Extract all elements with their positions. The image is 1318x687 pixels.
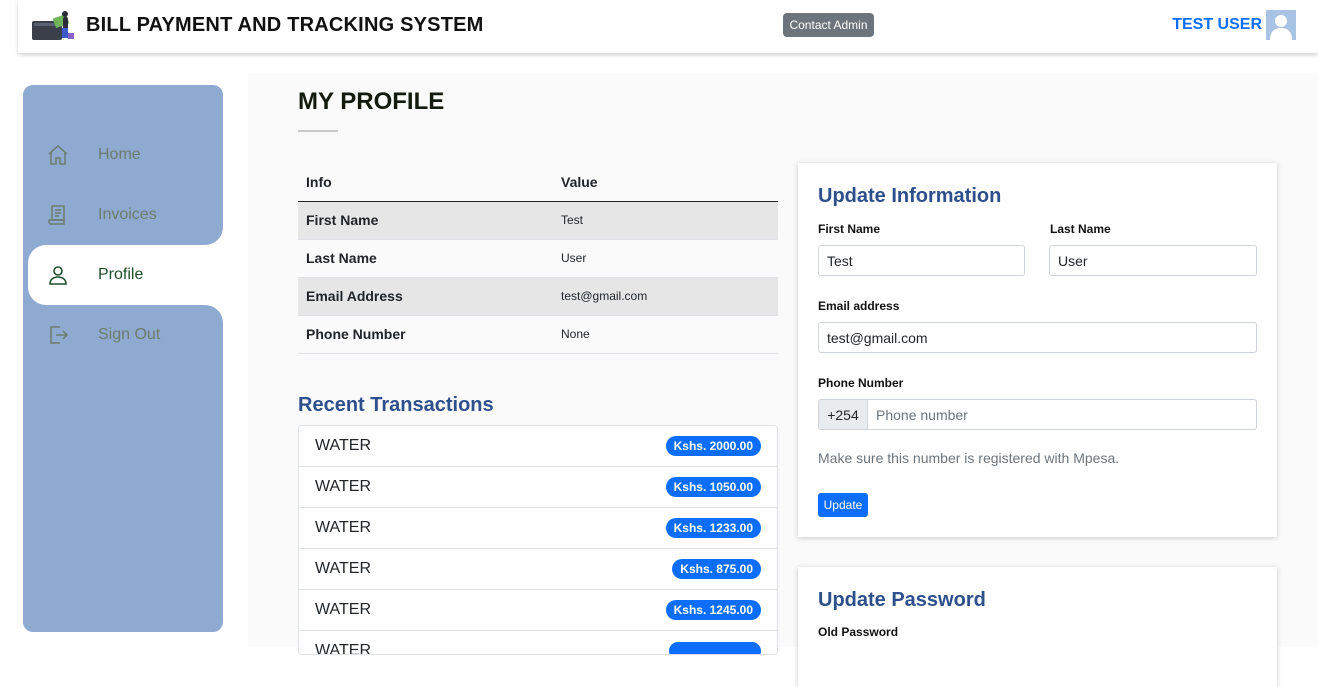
row-key: First Name xyxy=(298,201,553,240)
row-value: None xyxy=(553,315,778,354)
transaction-name: WATER xyxy=(315,642,371,655)
table-row: Email Address test@gmail.com xyxy=(298,277,778,316)
card-title: Update Password xyxy=(818,589,986,611)
row-key: Email Address xyxy=(298,277,553,316)
list-item[interactable]: WATER Kshs. 1050.00 xyxy=(299,467,777,508)
transaction-name: WATER xyxy=(315,437,371,454)
title-divider xyxy=(298,130,338,132)
app-logo-icon xyxy=(32,8,78,42)
brand[interactable]: BILL PAYMENT AND TRACKING SYSTEM xyxy=(32,8,484,42)
column-header-info: Info xyxy=(298,163,553,202)
sidebar-item-label: Sign Out xyxy=(98,326,161,343)
avatar-icon[interactable] xyxy=(1266,10,1296,40)
column-header-value: Value xyxy=(553,163,778,202)
app-title: BILL PAYMENT AND TRACKING SYSTEM xyxy=(86,13,484,36)
sidebar-item-label: Home xyxy=(98,146,141,163)
table-row: Phone Number None xyxy=(298,315,778,354)
amount-badge: Kshs. 1233.00 xyxy=(665,518,761,538)
invoice-icon xyxy=(46,203,70,227)
amount-badge: Kshs. 2000.00 xyxy=(665,436,761,456)
list-item[interactable]: WATER Kshs. 2000.00 xyxy=(299,426,777,467)
row-value: User xyxy=(553,239,778,278)
row-value: test@gmail.com xyxy=(553,277,778,316)
page-title: MY PROFILE xyxy=(298,88,445,115)
email-label: Email address xyxy=(818,299,900,313)
sidebar-item-home[interactable]: Home xyxy=(23,125,223,185)
amount-badge: Kshs. 1245.00 xyxy=(665,600,761,620)
row-value: Test xyxy=(553,201,778,240)
profile-info-table: Info Value First Name Test Last Name Use… xyxy=(298,163,778,354)
table-row: Last Name User xyxy=(298,239,778,278)
update-button[interactable]: Update xyxy=(818,493,868,517)
sidebar-item-invoices[interactable]: Invoices xyxy=(23,185,223,245)
update-password-card: Update Password Old Password xyxy=(798,567,1277,687)
sidebar: Home Invoices Profile Sign Out xyxy=(23,85,223,632)
list-item[interactable]: WATER Kshs. 1245.00 xyxy=(299,590,777,631)
amount-badge xyxy=(669,642,761,654)
phone-help-text: Make sure this number is registered with… xyxy=(818,450,1120,466)
last-name-input[interactable]: User xyxy=(1049,245,1257,276)
list-item[interactable]: WATER Kshs. 1233.00 xyxy=(299,508,777,549)
list-item[interactable]: WATER Kshs. 875.00 xyxy=(299,549,777,590)
list-item[interactable]: WATER xyxy=(299,631,777,655)
user-name[interactable]: TEST USER xyxy=(1172,16,1262,34)
sign-out-icon xyxy=(46,323,70,347)
old-password-label: Old Password xyxy=(818,625,899,639)
sidebar-item-sign-out[interactable]: Sign Out xyxy=(23,305,223,365)
user-icon xyxy=(46,263,70,287)
sidebar-item-label: Profile xyxy=(98,266,144,283)
sidebar-item-label: Invoices xyxy=(98,206,157,223)
table-header-row: Info Value xyxy=(298,163,778,202)
transaction-name: WATER xyxy=(315,519,371,536)
amount-badge: Kshs. 875.00 xyxy=(672,559,761,579)
contact-admin-button[interactable]: Contact Admin xyxy=(783,13,874,37)
user-menu[interactable]: TEST USER xyxy=(1172,10,1296,40)
sidebar-item-profile[interactable]: Profile xyxy=(28,245,223,305)
amount-badge: Kshs. 1050.00 xyxy=(665,477,761,497)
transaction-name: WATER xyxy=(315,601,371,618)
phone-label: Phone Number xyxy=(818,376,904,390)
first-name-input[interactable]: Test xyxy=(818,245,1025,276)
phone-prefix: +254 xyxy=(818,399,868,430)
row-key: Last Name xyxy=(298,239,553,278)
transaction-name: WATER xyxy=(315,478,371,495)
top-navbar: BILL PAYMENT AND TRACKING SYSTEM Contact… xyxy=(18,0,1318,53)
email-input[interactable]: test@gmail.com xyxy=(818,322,1257,353)
transactions-list: WATER Kshs. 2000.00 WATER Kshs. 1050.00 … xyxy=(298,425,778,655)
main-content: MY PROFILE Info Value First Name Test La… xyxy=(248,73,1318,687)
home-icon xyxy=(46,143,70,167)
transaction-name: WATER xyxy=(315,560,371,577)
card-title: Update Information xyxy=(818,185,1002,207)
last-name-label: Last Name xyxy=(1050,222,1111,236)
table-row: First Name Test xyxy=(298,201,778,240)
update-information-card: Update Information First Name Test Last … xyxy=(798,163,1277,537)
first-name-label: First Name xyxy=(818,222,881,236)
phone-input[interactable]: Phone number xyxy=(867,399,1257,430)
row-key: Phone Number xyxy=(298,315,553,354)
recent-transactions-title: Recent Transactions xyxy=(298,394,494,416)
